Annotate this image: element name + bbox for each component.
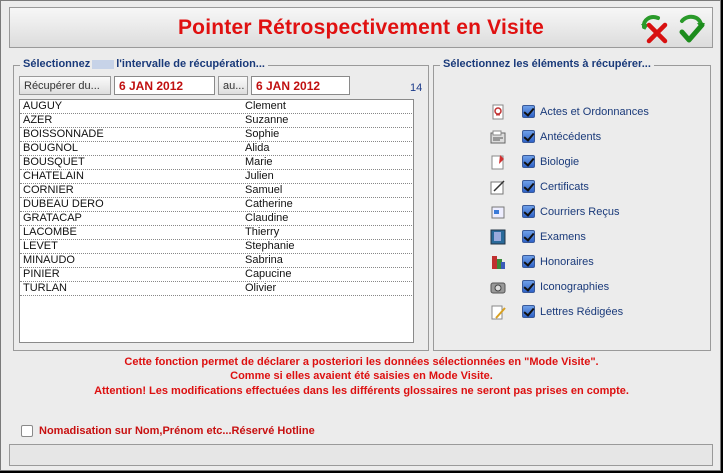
nomadisation-label: Nomadisation sur Nom,Prénom etc...Réserv…: [39, 425, 315, 437]
interval-panel: Sélectionnez l'intervalle de récupération…: [13, 58, 429, 351]
table-row[interactable]: PINIER Capucine: [20, 268, 412, 282]
letter-icon: [490, 304, 506, 320]
patient-last-name: AZER: [23, 114, 53, 126]
elements-legend: Sélectionnez les éléments à récupérer...: [440, 58, 654, 70]
from-date-field[interactable]: 6 JAN 2012: [114, 76, 215, 95]
element-checkbox[interactable]: [522, 130, 535, 143]
table-row[interactable]: BOISSONNADE Sophie: [20, 128, 412, 142]
patient-last-name: TURLAN: [23, 282, 68, 294]
table-row[interactable]: BOUSQUET Marie: [20, 156, 412, 170]
table-row[interactable]: GRATACAP Claudine: [20, 212, 412, 226]
element-label: Actes et Ordonnances: [540, 106, 649, 118]
element-checkbox[interactable]: [522, 280, 535, 293]
table-row[interactable]: LEVET Stephanie: [20, 240, 412, 254]
table-row[interactable]: AUGUY Clement: [20, 100, 412, 114]
info-line-2: Comme si elles avaient été saisies en Mo…: [230, 370, 493, 382]
patient-first-name: Sabrina: [245, 254, 283, 266]
patient-last-name: MINAUDO: [23, 254, 75, 266]
element-checkbox[interactable]: [522, 180, 535, 193]
element-label: Antécédents: [540, 131, 602, 143]
table-row[interactable]: TURLAN Olivier: [20, 282, 412, 296]
element-checkbox[interactable]: [522, 105, 535, 118]
cancel-icon[interactable]: [638, 11, 672, 45]
patient-last-name: CHATELAIN: [23, 170, 84, 182]
patient-last-name: BOISSONNADE: [23, 128, 104, 140]
element-checkbox[interactable]: [522, 155, 535, 168]
fees-icon: [490, 254, 506, 270]
prescription-icon: [490, 104, 506, 120]
validate-icon[interactable]: [674, 11, 708, 45]
table-row[interactable]: CHATELAIN Julien: [20, 170, 412, 184]
elements-panel: Sélectionnez les éléments à récupérer...…: [433, 58, 711, 351]
element-label: Examens: [540, 231, 586, 243]
table-row[interactable]: MINAUDO Sabrina: [20, 254, 412, 268]
element-label: Iconographies: [540, 281, 610, 293]
title-bar: Pointer Rétrospectivement en Visite: [9, 7, 713, 48]
history-icon: [490, 129, 506, 145]
patient-first-name: Julien: [245, 170, 274, 182]
patient-first-name: Sophie: [245, 128, 280, 140]
element-label: Honoraires: [540, 256, 594, 268]
biology-icon: [490, 154, 506, 170]
patient-first-name: Olivier: [245, 282, 277, 294]
element-checkbox[interactable]: [522, 255, 535, 268]
element-label: Lettres Rédigées: [540, 306, 624, 318]
element-checkbox[interactable]: [522, 305, 535, 318]
element-label: Biologie: [540, 156, 580, 168]
patient-first-name: Claudine: [245, 212, 289, 224]
patient-first-name: Capucine: [245, 268, 292, 280]
camera-icon: [490, 279, 506, 295]
patient-first-name: Suzanne: [245, 114, 289, 126]
patient-last-name: LACOMBE: [23, 226, 77, 238]
patient-first-name: Stephanie: [245, 240, 295, 252]
table-row[interactable]: CORNIER Samuel: [20, 184, 412, 198]
patient-last-name: CORNIER: [23, 184, 74, 196]
table-row[interactable]: AZER Suzanne: [20, 114, 412, 128]
patient-last-name: BOUSQUET: [23, 156, 85, 168]
to-date-button[interactable]: au...: [218, 76, 248, 95]
element-checkbox[interactable]: [522, 205, 535, 218]
nomadisation-checkbox[interactable]: [21, 425, 33, 437]
to-date-field[interactable]: 6 JAN 2012: [251, 76, 350, 95]
patient-first-name: Catherine: [245, 198, 293, 210]
patient-last-name: PINIER: [23, 268, 60, 280]
patient-first-name: Clement: [245, 100, 286, 112]
info-line-1: Cette fonction permet de déclarer a post…: [124, 356, 599, 368]
patient-last-name: BOUGNOL: [23, 142, 79, 154]
table-row[interactable]: LACOMBE Thierry: [20, 226, 412, 240]
from-date-button[interactable]: Récupérer du...: [19, 76, 111, 95]
certificate-icon: [490, 179, 506, 195]
status-bar: [9, 444, 713, 466]
exam-icon: [490, 229, 506, 245]
blurred-text: [92, 59, 115, 69]
patient-first-name: Thierry: [245, 226, 280, 238]
patient-first-name: Alida: [245, 142, 270, 154]
table-row[interactable]: DUBEAU DERO Catherine: [20, 198, 412, 212]
element-label: Courriers Reçus: [540, 206, 620, 218]
patient-last-name: AUGUY: [23, 100, 63, 112]
element-checkbox[interactable]: [522, 230, 535, 243]
mail-icon: [490, 204, 506, 220]
element-label: Certificats: [540, 181, 589, 193]
retro-visit-window: Pointer Rétrospectivement en Visite Séle…: [0, 0, 721, 471]
patient-first-name: Marie: [245, 156, 273, 168]
patient-last-name: LEVET: [23, 240, 58, 252]
table-row[interactable]: BOUGNOL Alida: [20, 142, 412, 156]
info-line-3: Attention! Les modifications effectuées …: [94, 385, 629, 397]
patient-last-name: GRATACAP: [23, 212, 82, 224]
patient-count: 14: [410, 82, 423, 94]
window-title: Pointer Rétrospectivement en Visite: [177, 16, 545, 39]
patient-first-name: Samuel: [245, 184, 283, 196]
patient-last-name: DUBEAU DERO: [23, 198, 104, 210]
patient-list[interactable]: AUGUY Clement AZER Suzanne BOISSONNADE Sophie…: [19, 99, 414, 343]
interval-legend: Sélectionnez l'intervalle de récupération…: [20, 58, 268, 70]
